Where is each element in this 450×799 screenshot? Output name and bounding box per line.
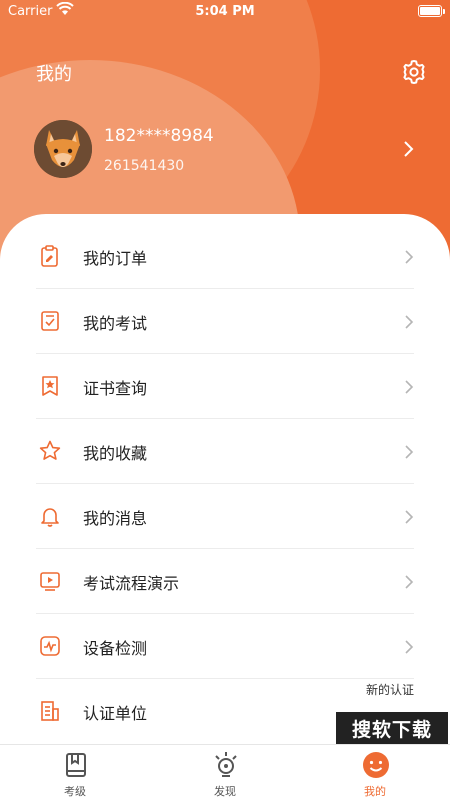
video-icon [38, 569, 62, 593]
tab-bar: 考级 发现 我的 [0, 744, 450, 799]
menu-item-label: 认证单位 [83, 704, 148, 723]
menu-item-label: 我的订单 [83, 249, 148, 268]
chevron-right-icon [404, 639, 414, 654]
tab-mine[interactable]: 我的 [315, 745, 435, 799]
chevron-right-icon [404, 379, 414, 394]
user-id: 261541430 [104, 158, 185, 174]
clipboard-icon [38, 244, 62, 268]
menu-item-certificates[interactable]: 证书查询 [36, 354, 414, 419]
settings-button[interactable] [400, 58, 428, 86]
star-icon [38, 439, 62, 463]
menu-item-extra: 新的认证 [365, 683, 414, 697]
menu-item-orders[interactable]: 我的订单 [36, 224, 414, 289]
chevron-right-icon [404, 314, 414, 329]
menu-item-label: 我的消息 [83, 509, 148, 528]
watermark-badge: 搜软下载 [336, 712, 448, 748]
building-icon [38, 699, 62, 723]
user-phone[interactable]: 182****8984 [104, 126, 214, 146]
menu-item-label: 考试流程演示 [83, 574, 180, 593]
chevron-right-icon [404, 444, 414, 459]
gear-icon [403, 60, 425, 84]
chevron-right-icon [404, 249, 414, 264]
menu-item-messages[interactable]: 我的消息 [36, 484, 414, 549]
tab-discover[interactable]: 发现 [165, 745, 285, 799]
checked-doc-icon [38, 309, 62, 333]
menu-item-label: 我的考试 [83, 314, 148, 333]
bell-icon [38, 504, 62, 528]
menu-item-label: 我的收藏 [83, 444, 148, 463]
tab-grading[interactable]: 考级 [15, 745, 135, 799]
smile-icon [362, 751, 390, 779]
tab-label: 发现 [214, 785, 236, 798]
chevron-right-icon [404, 509, 414, 524]
monitor-icon [38, 634, 62, 658]
clock: 5:04 PM [195, 4, 255, 19]
avatar[interactable] [34, 120, 92, 178]
menu-item-exams[interactable]: 我的考试 [36, 289, 414, 354]
menu-item-exam-demo[interactable]: 考试流程演示 [36, 549, 414, 614]
menu-item-label: 设备检测 [83, 639, 148, 658]
profile-chevron-right-icon[interactable] [400, 140, 416, 158]
status-bar: Carrier 5:04 PM [0, 0, 450, 24]
battery-icon [418, 5, 445, 17]
book-icon [62, 751, 90, 779]
tab-label: 我的 [364, 785, 386, 798]
menu-card: 我的订单 我的考试 证书查询 我的收藏 我的消息 考试流程演示 设备检测 认证单… [0, 214, 450, 754]
page-title: 我的 [36, 64, 72, 85]
menu-item-label: 证书查询 [83, 379, 148, 398]
tab-label: 考级 [64, 785, 86, 798]
menu-item-device-check[interactable]: 设备检测 [36, 614, 414, 679]
bulb-icon [212, 751, 240, 779]
certificate-icon [38, 374, 62, 398]
chevron-right-icon [404, 574, 414, 589]
menu-item-favorites[interactable]: 我的收藏 [36, 419, 414, 484]
fox-avatar-icon [34, 120, 92, 178]
